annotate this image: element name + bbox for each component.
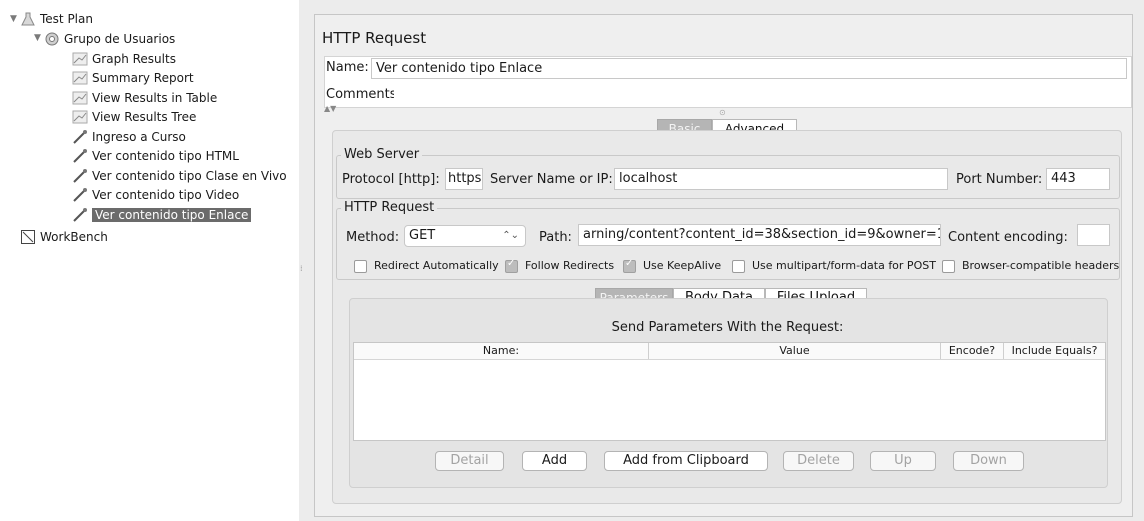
splitter-handle[interactable] <box>299 0 309 521</box>
splitter-grip-icon: ⁞ <box>300 264 303 273</box>
encoding-field[interactable] <box>1077 224 1110 246</box>
chart-icon <box>72 109 88 125</box>
follow-redirects-checkbox[interactable] <box>505 258 518 273</box>
pipette-icon <box>72 129 88 145</box>
http-request-legend: HTTP Request <box>341 200 438 215</box>
keepalive-checkbox[interactable] <box>623 258 636 273</box>
chart-icon <box>72 90 88 106</box>
drag-grip-icon[interactable]: ⊙ <box>719 108 726 117</box>
chart-icon <box>72 51 88 67</box>
pipette-icon <box>72 187 88 203</box>
tree-node-contenido-html[interactable]: Ver contenido tipo HTML <box>72 147 239 165</box>
params-table-header: Name: Value Encode? Include Equals? <box>354 343 1105 360</box>
column-header-name[interactable]: Name: <box>354 343 649 359</box>
gear-icon <box>44 31 60 47</box>
pipette-icon <box>72 168 88 184</box>
multipart-label: Use multipart/form-data for POST <box>752 259 936 272</box>
comments-label: Comments: <box>326 87 401 102</box>
follow-redirects-label: Follow Redirects <box>525 259 615 272</box>
name-field[interactable]: Ver contenido tipo Enlace <box>371 58 1127 79</box>
workbench-icon <box>20 229 36 245</box>
resize-arrows-icon[interactable]: ▲▼ <box>324 104 336 113</box>
tree-node-workbench[interactable]: WorkBench <box>20 228 108 246</box>
browser-headers-checkbox[interactable] <box>942 260 955 273</box>
port-field[interactable]: 443 <box>1046 168 1110 190</box>
multipart-checkbox[interactable] <box>732 260 745 273</box>
keepalive-label: Use KeepAlive <box>643 259 722 272</box>
protocol-field[interactable]: https <box>445 168 483 190</box>
detail-button[interactable]: Detail <box>435 451 504 471</box>
web-server-legend: Web Server <box>341 147 423 162</box>
port-label: Port Number: <box>956 172 1043 187</box>
tree-node-contenido-video[interactable]: Ver contenido tipo Video <box>72 186 239 204</box>
pipette-icon <box>72 207 88 223</box>
tree-node-view-results-tree[interactable]: View Results Tree <box>72 108 196 126</box>
column-header-include-equals[interactable]: Include Equals? <box>1004 343 1105 359</box>
method-value: GET <box>409 228 436 243</box>
tree-node-test-plan[interactable]: Test Plan <box>20 10 93 28</box>
chart-icon <box>72 70 88 86</box>
method-select[interactable]: GET ⌃⌄ <box>404 225 526 247</box>
up-button[interactable]: Up <box>870 451 936 471</box>
column-header-encode[interactable]: Encode? <box>941 343 1004 359</box>
redirect-auto-checkbox[interactable] <box>354 260 367 273</box>
delete-button[interactable]: Delete <box>783 451 854 471</box>
tree-node-contenido-clase-vivo[interactable]: Ver contenido tipo Clase en Vivo <box>72 167 287 185</box>
server-label: Server Name or IP: <box>490 172 613 187</box>
method-label: Method: <box>346 230 400 245</box>
panel-title: HTTP Request <box>322 29 427 47</box>
test-plan-tree: ▼ Test Plan ▼ Grupo de Usuarios Graph Re… <box>0 0 300 521</box>
tree-node-view-results-table[interactable]: View Results in Table <box>72 89 217 107</box>
comments-field[interactable] <box>394 85 1127 103</box>
tree-node-contenido-enlace[interactable]: Ver contenido tipo Enlace <box>72 206 252 224</box>
path-label: Path: <box>539 230 572 245</box>
tree-node-ingreso-curso[interactable]: Ingreso a Curso <box>72 128 186 146</box>
params-table[interactable]: Name: Value Encode? Include Equals? <box>353 342 1106 441</box>
tree-node-summary-report[interactable]: Summary Report <box>72 69 194 87</box>
redirect-auto-label: Redirect Automatically <box>374 259 499 272</box>
collapse-arrow-icon[interactable]: ▼ <box>34 33 41 43</box>
updown-chevron-icon: ⌃⌄ <box>502 230 519 241</box>
add-button[interactable]: Add <box>522 451 587 471</box>
pipette-icon <box>72 148 88 164</box>
name-label: Name: <box>326 60 369 75</box>
browser-headers-label: Browser-compatible headers <box>962 259 1120 272</box>
down-button[interactable]: Down <box>953 451 1024 471</box>
collapse-arrow-icon[interactable]: ▼ <box>10 14 17 24</box>
server-field[interactable]: localhost <box>614 168 948 190</box>
column-header-value[interactable]: Value <box>649 343 941 359</box>
tree-node-graph-results[interactable]: Graph Results <box>72 50 176 68</box>
add-from-clipboard-button[interactable]: Add from Clipboard <box>604 451 768 471</box>
params-heading: Send Parameters With the Request: <box>611 320 844 335</box>
tree-node-thread-group[interactable]: Grupo de Usuarios <box>44 30 175 48</box>
flask-icon <box>20 11 36 27</box>
protocol-label: Protocol [http]: <box>342 172 440 187</box>
path-field[interactable]: arning/content?content_id=38&section_id=… <box>578 224 941 246</box>
encoding-label: Content encoding: <box>948 230 1068 245</box>
